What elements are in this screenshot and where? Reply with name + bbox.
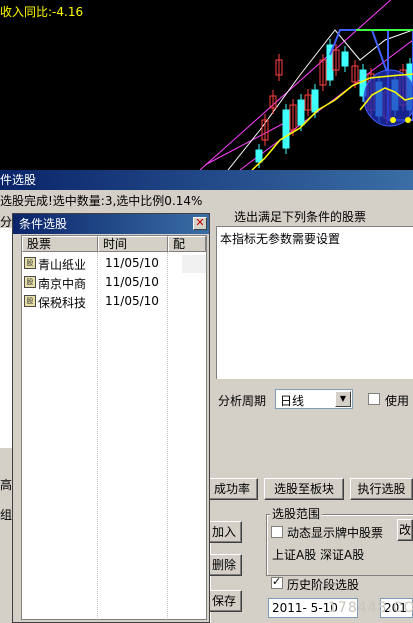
success-rate-button[interactable]: 成功率 (206, 478, 258, 500)
list-item[interactable]: 股 青山纸业 11/05/10 (22, 255, 206, 273)
row-weight-cell (182, 255, 206, 273)
dynamic-display-label: 动态显示牌中股票 (287, 526, 384, 540)
market-range-text: 上证A股 深证A股 (272, 548, 365, 562)
advanced-label: 高 (0, 478, 13, 492)
condition-result-popup: 条件选股 ✕ 股票 时间 配 股 青山纸业 11/05/10 股 南京中商 11… (12, 213, 210, 623)
stock-name: 青山纸业 (38, 258, 87, 272)
star-marker (390, 117, 396, 123)
result-list[interactable]: 股票 时间 配 股 青山纸业 11/05/10 股 南京中商 11/05/10 … (21, 235, 207, 620)
list-item[interactable]: 股 保税科技 11/05/10 (22, 293, 206, 311)
use-checkbox[interactable] (368, 393, 380, 405)
save-button[interactable]: 保存 (206, 590, 242, 612)
stock-icon: 股 (24, 295, 36, 307)
delete-button[interactable]: 删除 (206, 554, 242, 576)
period-value: 日线 (280, 394, 305, 408)
revenue-yoy-label: 收入同比:-4.16 (0, 5, 84, 19)
period-label: 分析周期 (218, 394, 267, 408)
column-header-time[interactable]: 时间 (98, 236, 168, 252)
stock-name: 保税科技 (38, 296, 87, 310)
list-item[interactable]: 股 南京中商 11/05/10 (22, 274, 206, 292)
chevron-down-icon[interactable]: ▼ (335, 391, 351, 407)
star-marker (405, 117, 411, 123)
formula-description: 本指标无参数需要设置 (220, 232, 341, 246)
selection-status: 选股完成!选中数量:3,选中比例0.14% (0, 194, 203, 208)
criteria-heading: 选出满足下列条件的股票 (234, 210, 367, 224)
popup-title: 条件选股 (13, 214, 209, 234)
dynamic-display-checkbox[interactable] (271, 526, 283, 538)
formula-description-box: 本指标无参数需要设置 (216, 226, 413, 379)
history-period-checkbox[interactable] (271, 575, 283, 589)
change-range-button[interactable]: 改 (397, 519, 413, 541)
stock-icon: 股 (24, 276, 36, 288)
candle-body (282, 109, 290, 149)
candle-body (311, 89, 319, 113)
stock-name: 南京中商 (38, 277, 87, 291)
candle-body (341, 51, 349, 67)
stock-icon: 股 (24, 257, 36, 269)
use-label: 使用 (385, 394, 410, 408)
watermark: 178448.COM (328, 600, 413, 616)
price-chart: 收入同比:-4.16 (0, 0, 413, 170)
period-select[interactable]: 日线 ▼ (275, 389, 353, 409)
column-header-stock[interactable]: 股票 (22, 236, 98, 252)
candle-body (297, 99, 305, 126)
selection-range-legend: 选股范围 (270, 505, 323, 522)
candle-body (255, 149, 263, 163)
window-title: 件选股 (0, 170, 413, 190)
add-button[interactable]: 加入 (206, 521, 242, 543)
stock-date: 11/05/10 (105, 294, 159, 308)
select-to-block-button[interactable]: 选股至板块 (264, 478, 344, 500)
candlestick-plot (199, 0, 413, 170)
close-icon[interactable]: ✕ (193, 217, 207, 230)
history-period-label: 历史阶段选股 (287, 578, 360, 592)
stock-date: 11/05/10 (105, 275, 159, 289)
stock-date: 11/05/10 (105, 256, 159, 270)
column-header-weight[interactable]: 配 (168, 236, 206, 252)
execute-selection-button[interactable]: 执行选股 (350, 478, 413, 500)
